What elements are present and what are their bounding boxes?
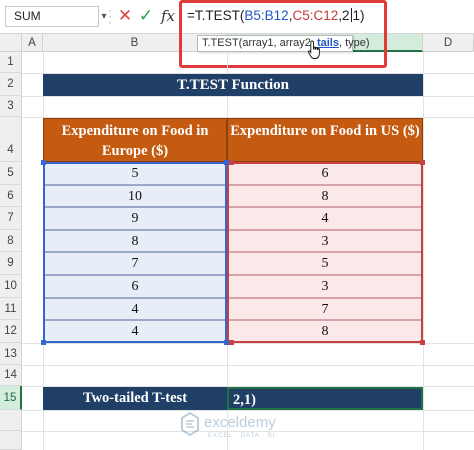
column-header-d[interactable]: D [423,34,474,52]
row-header-1[interactable]: 1 [0,52,22,73]
grid-line [423,52,424,450]
row-header-4[interactable]: 4 [0,117,22,162]
row-header-6[interactable]: 6 [0,185,22,207]
watermark-brand: exceldemy [204,414,276,431]
range-handle[interactable] [420,340,425,345]
range-handle[interactable] [229,340,234,345]
range-c5-c12-outline [227,162,423,343]
range-b5-b12-outline [43,162,227,343]
row-header-5[interactable]: 5 [0,162,22,185]
row-header-12[interactable]: 12 [0,320,22,343]
select-all-corner[interactable] [0,34,22,52]
enter-check-icon[interactable]: ✓ [138,7,154,25]
separator-dots-icon: · · · [108,5,112,29]
header-us[interactable]: Expenditure on Food in US ($) [227,118,423,162]
sheet-title: T.TEST Function [43,74,423,96]
row-header-3[interactable]: 3 [0,96,22,117]
row-header-8[interactable]: 8 [0,230,22,252]
result-label: Two-tailed T-test [43,387,227,410]
row-header-2[interactable]: 2 [0,73,22,96]
formula-highlight-box [179,0,387,68]
grid-line [22,343,474,344]
column-header-a[interactable]: A [22,34,43,52]
range-handle[interactable] [229,160,234,165]
grid-line [22,365,474,366]
row-header-9[interactable]: 9 [0,252,22,275]
row-header-7[interactable]: 7 [0,207,22,230]
row-header-11[interactable]: 11 [0,298,22,320]
row-header-10[interactable]: 10 [0,275,22,298]
grid-line [22,96,474,97]
header-europe[interactable]: Expenditure on Food in Europe ($) [43,118,227,162]
exceldemy-logo-icon [181,411,199,437]
range-handle[interactable] [41,340,46,345]
exceldemy-watermark: exceldemy EXCEL · DATA · BI [181,411,276,439]
name-box[interactable]: SUM [5,6,99,27]
watermark-tagline: EXCEL · DATA · BI [208,433,276,439]
range-handle[interactable] [41,160,46,165]
row-header-13[interactable]: 13 [0,343,22,365]
range-handle[interactable] [420,160,425,165]
row-header-16[interactable] [0,410,22,431]
row-header-15[interactable]: 15 [0,386,22,410]
active-result-cell[interactable]: 2,1) [227,387,423,410]
row-header-17[interactable] [0,431,22,450]
row-header-14[interactable]: 14 [0,365,22,386]
insert-function-icon[interactable]: fx [159,6,177,26]
cancel-icon[interactable]: ✕ [117,7,133,25]
